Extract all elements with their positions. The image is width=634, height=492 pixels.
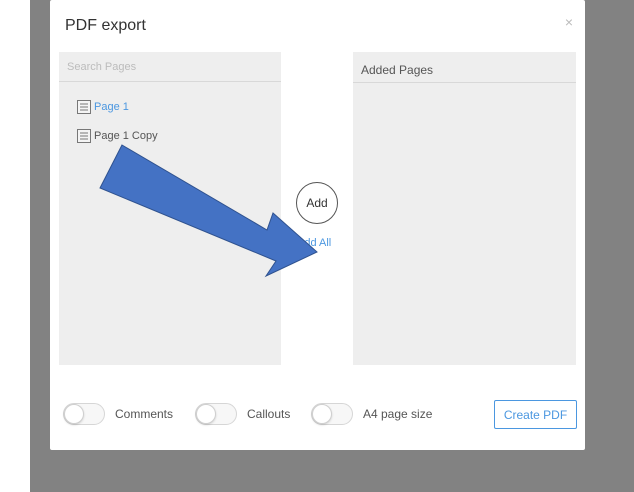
page-list-item[interactable]: Page 1 (77, 99, 129, 115)
comments-option: Comments (63, 402, 173, 426)
callouts-toggle[interactable] (195, 403, 237, 425)
document-icon (77, 100, 91, 114)
dialog-title: PDF export (65, 17, 146, 34)
callouts-label: Callouts (247, 407, 291, 421)
added-pages-header: Added Pages (353, 52, 576, 83)
added-pages-panel: Added Pages (353, 52, 576, 365)
search-pages-input[interactable] (59, 52, 281, 82)
a4-page-size-option: A4 page size (311, 402, 432, 426)
comments-toggle[interactable] (63, 403, 105, 425)
create-pdf-button[interactable]: Create PDF (494, 400, 577, 429)
comments-label: Comments (115, 407, 174, 421)
close-button[interactable]: × (565, 14, 573, 30)
a4-page-size-toggle[interactable] (311, 403, 353, 425)
callouts-option: Callouts (195, 402, 290, 426)
pdf-export-dialog: PDF export × Page 1 Page 1 Copy Add Add … (50, 0, 585, 450)
blue-arrow-annotation (99, 144, 318, 278)
background-bottom-strip (0, 0, 30, 492)
a4-page-size-label: A4 page size (363, 407, 433, 421)
document-icon (77, 129, 91, 143)
page-label: Page 1 (94, 101, 129, 113)
